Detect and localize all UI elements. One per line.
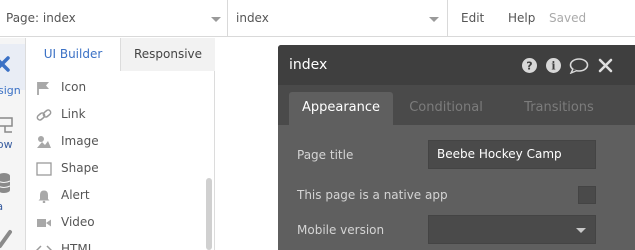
element-selector-label: index (236, 11, 269, 25)
database-icon (0, 173, 11, 193)
bell-icon (38, 190, 50, 203)
shape-icon (36, 162, 52, 176)
image-icon (37, 136, 51, 148)
list-item-label: Shape (61, 161, 99, 175)
menu-help[interactable]: Help (508, 11, 535, 25)
native-app-checkbox[interactable] (578, 186, 596, 204)
flag-icon (37, 82, 49, 95)
list-item-label: Alert (61, 188, 90, 202)
comment-icon[interactable] (569, 57, 589, 74)
list-item-video[interactable]: Video (26, 209, 204, 235)
list-item-alert[interactable]: Alert (26, 182, 204, 208)
list-item-html[interactable]: HTML (26, 236, 204, 250)
list-item-label: Link (61, 107, 86, 121)
native-app-label: This page is a native app (297, 188, 448, 202)
element-panel: UI Builder Responsive Icon Link Image Sh… (26, 38, 215, 250)
info-icon[interactable]: i (545, 57, 562, 74)
list-item-shape[interactable]: Shape (26, 155, 204, 181)
tool-design[interactable]: sign (0, 44, 25, 97)
mobile-version-dropdown[interactable] (428, 215, 596, 244)
close-icon[interactable] (597, 57, 614, 74)
list-item-icon[interactable]: Icon (26, 74, 204, 100)
property-editor: index ? i Appearance Conditional Transit… (278, 45, 635, 250)
list-item-link[interactable]: Link (26, 101, 204, 127)
property-editor-tabs: Appearance Conditional Transitions (278, 85, 635, 125)
chevron-down-icon (576, 228, 586, 233)
link-icon (36, 109, 52, 121)
list-item-label: Icon (61, 80, 87, 94)
property-editor-title: index (289, 57, 328, 73)
chevron-down-icon (211, 17, 221, 22)
pencil-icon (0, 230, 12, 248)
tab-appearance[interactable]: Appearance (289, 92, 393, 125)
page-title-input[interactable]: Beebe Hockey Camp (428, 140, 596, 169)
page-selector-dropdown[interactable]: Page: index (0, 0, 228, 37)
code-icon (36, 245, 52, 250)
tab-transitions[interactable]: Transitions (503, 92, 615, 125)
tab-conditional[interactable]: Conditional (396, 92, 496, 125)
svg-text:?: ? (526, 60, 532, 73)
tool-workflow-label: flow (0, 138, 13, 151)
panel-tabs: UI Builder Responsive (26, 38, 215, 71)
tool-data-label: ta (0, 200, 3, 213)
svg-text:i: i (551, 60, 555, 73)
video-icon (37, 219, 51, 227)
list-item-label: HTML (61, 242, 95, 250)
left-toolbar: sign flow ta (0, 38, 26, 250)
tool-design-label: sign (0, 84, 21, 97)
chevron-down-icon (429, 17, 439, 22)
mobile-version-label: Mobile version (297, 223, 385, 237)
help-icon[interactable]: ? (521, 57, 538, 74)
tab-responsive[interactable]: Responsive (120, 38, 215, 71)
save-status: Saved (549, 11, 587, 25)
page-title-label: Page title (297, 148, 354, 162)
tab-ui-builder[interactable]: UI Builder (26, 38, 120, 71)
workflow-icon (0, 117, 13, 133)
design-cross-icon (0, 56, 10, 72)
panel-scrollbar[interactable] (206, 178, 212, 250)
page-selector-label: Page: index (6, 11, 76, 25)
element-selector-dropdown[interactable]: index (228, 0, 448, 37)
list-item-label: Video (61, 215, 95, 229)
menu-edit[interactable]: Edit (461, 11, 484, 25)
list-item-label: Image (61, 134, 99, 148)
list-item-image[interactable]: Image (26, 128, 204, 154)
top-bar: Page: index index Edit Help Saved (0, 0, 635, 37)
property-editor-header[interactable]: index ? i (278, 45, 635, 85)
